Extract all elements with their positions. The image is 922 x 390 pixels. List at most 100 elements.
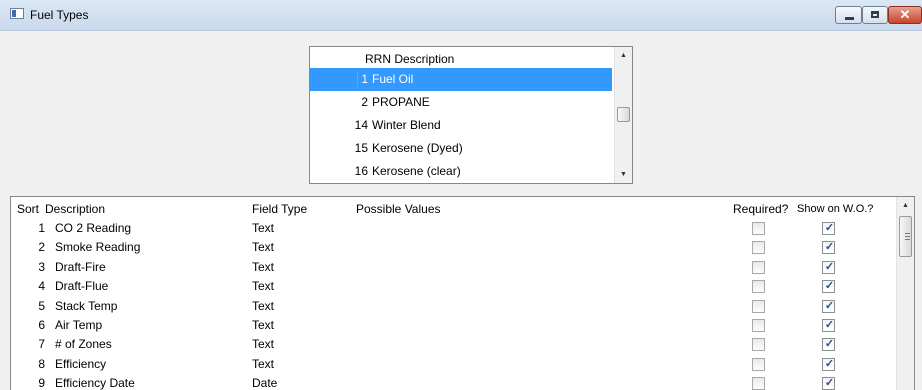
field-type-cell: Text bbox=[252, 298, 275, 313]
title-bar: Fuel Types ✕ bbox=[0, 0, 922, 31]
table-row[interactable]: 5 Stack Temp Text ✓ bbox=[11, 297, 898, 316]
scroll-thumb[interactable] bbox=[617, 107, 630, 122]
fuel-list-item[interactable]: 1 Fuel Oil bbox=[310, 68, 612, 91]
required-checkbox[interactable] bbox=[752, 319, 765, 332]
col-header-possible-values[interactable]: Possible Values bbox=[356, 197, 441, 221]
field-type-cell: Text bbox=[252, 279, 275, 294]
fuel-type-list[interactable]: RRN Description 1 Fuel Oil 2 PROPANE 14 Winte… bbox=[309, 46, 633, 184]
close-button[interactable]: ✕ bbox=[888, 6, 922, 24]
fuel-list-header: RRN Description bbox=[365, 52, 455, 66]
fuel-rrn: 14 bbox=[354, 118, 368, 132]
sort-cell: 8 bbox=[38, 356, 45, 371]
sort-cell: 3 bbox=[38, 259, 45, 274]
col-header-field-type[interactable]: Field Type bbox=[252, 197, 307, 221]
thumb-grip-icon bbox=[905, 236, 910, 237]
show-on-wo-checkbox[interactable]: ✓ bbox=[822, 377, 835, 390]
col-header-show-on-wo[interactable]: Show on W.O.? bbox=[797, 197, 873, 221]
fuel-list-scrollbar[interactable]: ▲ ▼ bbox=[614, 47, 632, 183]
fuel-list-item[interactable]: 2 PROPANE bbox=[310, 91, 612, 114]
field-type-cell: Text bbox=[252, 318, 275, 332]
show-on-wo-checkbox[interactable]: ✓ bbox=[822, 338, 835, 352]
description-cell: Draft-Flue bbox=[55, 279, 109, 294]
fuel-rrn: 15 bbox=[354, 141, 368, 155]
required-checkbox[interactable] bbox=[752, 280, 765, 294]
table-row[interactable]: 8 Efficiency Text ✓ bbox=[11, 355, 898, 374]
field-type-cell: Text bbox=[252, 356, 275, 371]
maximize-button[interactable] bbox=[862, 6, 888, 24]
field-type-cell: Date bbox=[252, 376, 278, 390]
required-checkbox[interactable] bbox=[752, 338, 765, 352]
required-checkbox[interactable] bbox=[752, 222, 765, 235]
checkmark-icon: ✓ bbox=[824, 280, 835, 293]
fuel-list-item[interactable]: 15 Kerosene (Dyed) bbox=[310, 137, 612, 160]
required-checkbox[interactable] bbox=[752, 357, 765, 371]
show-on-wo-checkbox[interactable]: ✓ bbox=[822, 222, 835, 235]
thumb-grip-icon bbox=[905, 233, 910, 234]
show-on-wo-checkbox[interactable]: ✓ bbox=[822, 280, 835, 294]
table-row[interactable]: 1 CO 2 Reading Text ✓ bbox=[11, 219, 898, 238]
table-row[interactable]: 2 Smoke Reading Text ✓ bbox=[11, 238, 898, 257]
table-row[interactable]: 7 # of Zones Text ✓ bbox=[11, 335, 898, 354]
thumb-grip-icon bbox=[905, 239, 910, 240]
fuel-description: Kerosene (Dyed) bbox=[372, 141, 463, 155]
col-header-required[interactable]: Required? bbox=[733, 197, 788, 221]
minimize-button[interactable] bbox=[835, 6, 862, 24]
checkmark-icon: ✓ bbox=[824, 319, 835, 331]
fuel-list-item[interactable]: 16 Kerosene (clear) bbox=[310, 160, 612, 183]
fuel-fields-grid[interactable]: Sort Description Field Type Possible Val… bbox=[10, 196, 915, 390]
fuel-rrn: 1 bbox=[361, 72, 368, 86]
sort-cell: 9 bbox=[38, 376, 45, 390]
show-on-wo-checkbox[interactable]: ✓ bbox=[822, 357, 835, 371]
description-cell: Efficiency bbox=[55, 356, 107, 371]
field-type-cell: Text bbox=[252, 337, 275, 352]
show-on-wo-checkbox[interactable]: ✓ bbox=[822, 241, 835, 255]
window-title: Fuel Types bbox=[30, 8, 89, 22]
table-row[interactable]: 4 Draft-Flue Text ✓ bbox=[11, 277, 898, 296]
field-type-cell: Text bbox=[252, 221, 275, 235]
scroll-down-icon[interactable]: ▼ bbox=[615, 166, 632, 183]
grid-header-row: Sort Description Field Type Possible Val… bbox=[11, 197, 898, 219]
scroll-up-icon[interactable]: ▲ bbox=[615, 47, 632, 64]
checkmark-icon: ✓ bbox=[824, 299, 835, 312]
required-checkbox[interactable] bbox=[752, 241, 765, 255]
fuel-description: Winter Blend bbox=[372, 118, 441, 132]
show-on-wo-checkbox[interactable]: ✓ bbox=[822, 299, 835, 313]
col-header-sort[interactable]: Sort bbox=[17, 197, 39, 221]
show-on-wo-checkbox[interactable]: ✓ bbox=[822, 319, 835, 332]
description-cell: Smoke Reading bbox=[55, 240, 141, 255]
fuel-rrn: 16 bbox=[354, 164, 368, 178]
description-cell: # of Zones bbox=[55, 337, 112, 352]
show-on-wo-checkbox[interactable]: ✓ bbox=[822, 260, 835, 274]
checkmark-icon: ✓ bbox=[824, 241, 835, 254]
fuel-description: Fuel Oil bbox=[372, 72, 414, 86]
fuel-list-item[interactable]: 14 Winter Blend bbox=[310, 114, 612, 137]
checkmark-icon: ✓ bbox=[824, 377, 835, 390]
checkmark-icon: ✓ bbox=[824, 338, 835, 351]
checkmark-icon: ✓ bbox=[824, 260, 835, 273]
checkmark-icon: ✓ bbox=[824, 357, 835, 370]
sort-cell: 1 bbox=[38, 221, 45, 235]
required-checkbox[interactable] bbox=[752, 377, 765, 390]
required-checkbox[interactable] bbox=[752, 299, 765, 313]
sort-cell: 5 bbox=[38, 298, 45, 313]
sort-cell: 2 bbox=[38, 240, 45, 255]
table-row[interactable]: 3 Draft-Fire Text ✓ bbox=[11, 258, 898, 277]
table-row[interactable]: 9 Efficiency Date Date ✓ bbox=[11, 374, 898, 390]
field-type-cell: Text bbox=[252, 240, 275, 255]
row-focus-indicator bbox=[357, 72, 358, 87]
window-app-icon[interactable] bbox=[10, 8, 24, 19]
required-checkbox[interactable] bbox=[752, 260, 765, 274]
table-row[interactable]: 6 Air Temp Text ✓ bbox=[11, 316, 898, 335]
grid-scroll-thumb[interactable] bbox=[899, 216, 912, 257]
description-cell: Efficiency Date bbox=[55, 376, 135, 390]
sort-cell: 4 bbox=[38, 279, 45, 294]
fuel-description: PROPANE bbox=[372, 95, 430, 109]
fuel-description: Kerosene (clear) bbox=[372, 164, 461, 178]
col-header-description[interactable]: Description bbox=[45, 197, 105, 221]
grid-scroll-up-icon[interactable]: ▲ bbox=[897, 197, 914, 214]
sort-cell: 7 bbox=[38, 337, 45, 352]
close-icon: ✕ bbox=[899, 7, 911, 22]
grid-scrollbar[interactable]: ▲ bbox=[896, 197, 914, 390]
description-cell: Air Temp bbox=[55, 318, 103, 332]
checkmark-icon: ✓ bbox=[824, 222, 835, 234]
